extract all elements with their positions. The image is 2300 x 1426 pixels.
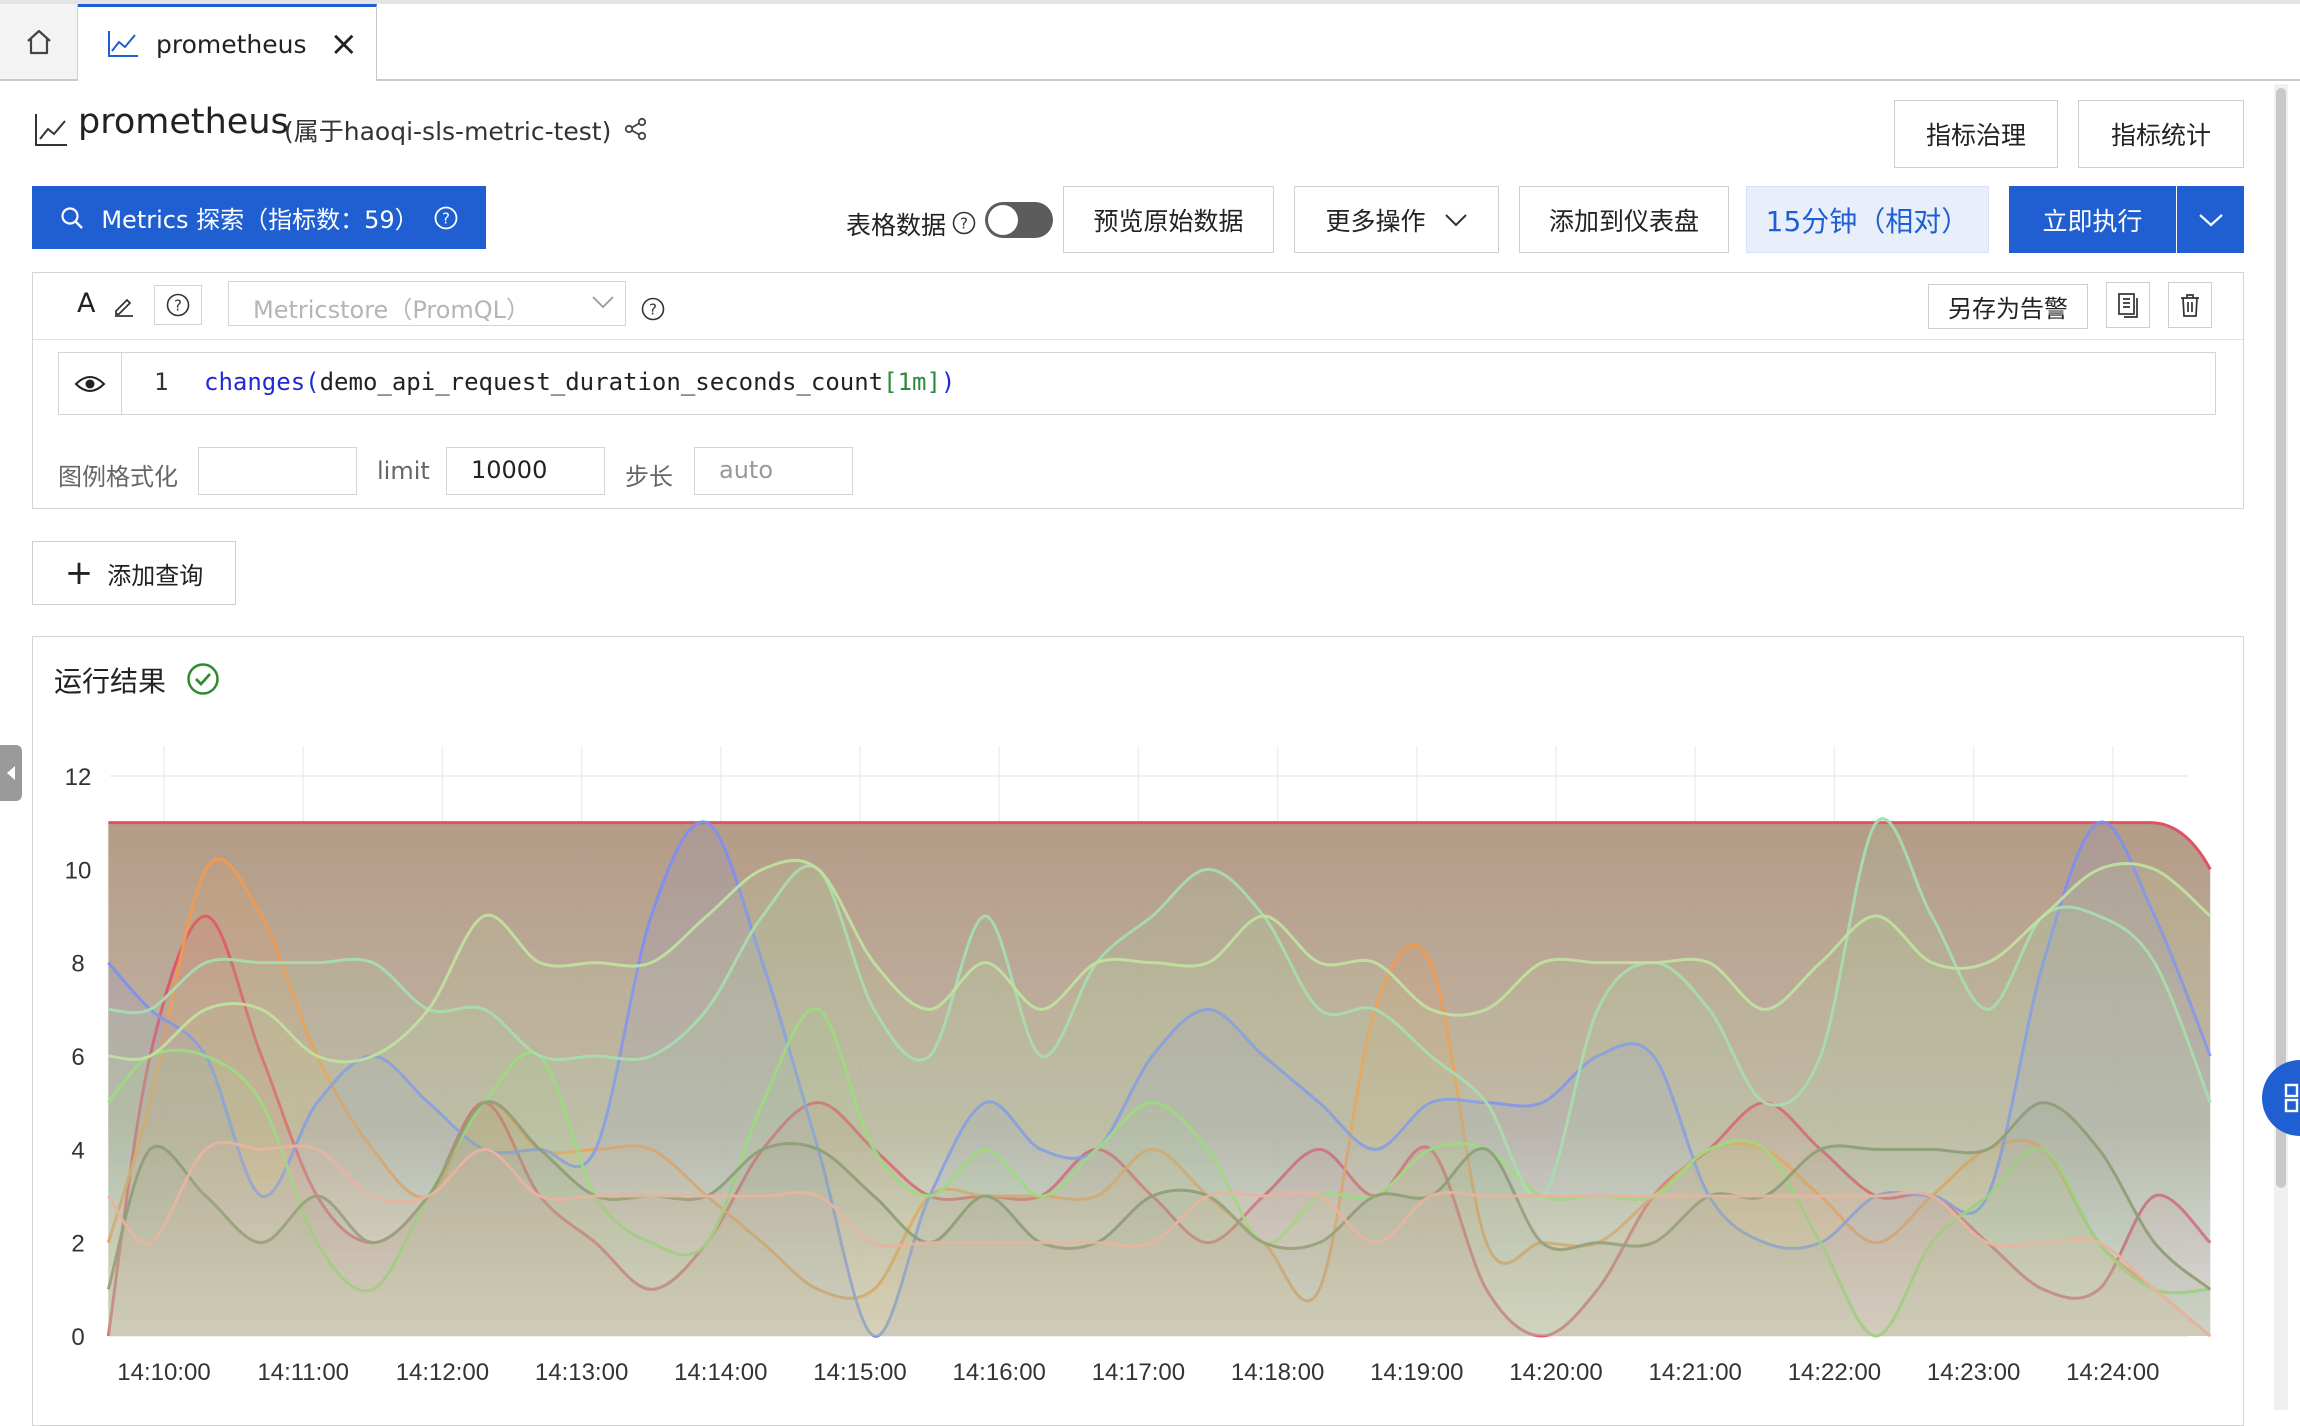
- edit-icon[interactable]: [112, 294, 136, 318]
- code-function: changes(: [204, 368, 320, 396]
- x-tick-label: 14:19:00: [1370, 1359, 1463, 1386]
- add-query-button[interactable]: + 添加查询: [32, 541, 236, 605]
- toggle-knob: [988, 205, 1018, 235]
- y-tick-label: 10: [65, 857, 92, 884]
- run-now-button[interactable]: 立即执行: [2009, 186, 2176, 253]
- chart-x-axis: 14:10:00 14:11:00 14:12:00 14:13:00 14:14:00…: [117, 1359, 2159, 1386]
- close-tab-button[interactable]: ×: [330, 27, 359, 61]
- x-tick-label: 14:24:00: [2066, 1359, 2159, 1386]
- caret-left-icon: [7, 766, 15, 780]
- x-tick-label: 14:13:00: [535, 1359, 628, 1386]
- x-tick-label: 14:20:00: [1509, 1359, 1602, 1386]
- y-tick-label: 6: [71, 1044, 84, 1071]
- save-as-alert-button[interactable]: 另存为告警: [1928, 284, 2088, 329]
- limit-input[interactable]: 10000: [446, 447, 605, 495]
- add-query-label: 添加查询: [107, 561, 204, 590]
- x-tick-label: 14:15:00: [813, 1359, 906, 1386]
- step-label: 步长: [625, 463, 673, 491]
- tab-label: prometheus: [156, 29, 307, 59]
- x-tick-label: 14:11:00: [257, 1359, 349, 1386]
- y-tick-label: 12: [65, 764, 92, 791]
- line-number: 1: [154, 368, 169, 396]
- y-tick-label: 2: [71, 1231, 84, 1258]
- more-actions-button[interactable]: 更多操作: [1294, 186, 1499, 253]
- query-mode-label: A: [77, 288, 96, 319]
- x-tick-label: 14:21:00: [1648, 1359, 1741, 1386]
- sidebar-collapse-button[interactable]: [0, 745, 22, 801]
- result-title: 运行结果: [54, 665, 167, 698]
- help-icon: ?: [166, 293, 190, 317]
- help-icon[interactable]: ?: [640, 296, 666, 322]
- tab-home[interactable]: [0, 4, 78, 79]
- x-tick-label: 14:22:00: [1788, 1359, 1881, 1386]
- limit-label: limit: [377, 457, 430, 485]
- code-range: [1m]: [883, 368, 941, 396]
- chevron-down-icon: [592, 296, 614, 309]
- run-dropdown-button[interactable]: [2177, 186, 2244, 253]
- copy-icon: [2118, 293, 2138, 318]
- y-tick-label: 4: [71, 1137, 84, 1164]
- x-tick-label: 14:10:00: [117, 1359, 210, 1386]
- svg-text:?: ?: [174, 297, 182, 315]
- chevron-down-icon: [2198, 213, 2223, 226]
- code-metric: demo_api_request_duration_seconds_count: [319, 368, 884, 396]
- help-icon[interactable]: ?: [951, 210, 977, 236]
- metrics-explore-button[interactable]: Metrics 探索（指标数：59） ?: [32, 186, 486, 249]
- legend-format-label: 图例格式化: [58, 463, 178, 491]
- search-icon: [61, 206, 84, 229]
- x-tick-label: 14:12:00: [396, 1359, 489, 1386]
- metrics-explore-label: Metrics 探索（指标数：59）: [101, 206, 419, 234]
- legend-format-input[interactable]: [198, 447, 357, 495]
- x-tick-label: 14:18:00: [1231, 1359, 1324, 1386]
- copy-query-button[interactable]: [2106, 282, 2150, 328]
- x-tick-label: 14:16:00: [952, 1359, 1045, 1386]
- y-tick-label: 0: [71, 1324, 84, 1351]
- svg-text:?: ?: [960, 215, 968, 233]
- toggle-visibility-button[interactable]: [59, 353, 122, 414]
- code-close: ): [940, 368, 956, 396]
- x-tick-label: 14:23:00: [1927, 1359, 2020, 1386]
- scrollbar-thumb[interactable]: [2276, 88, 2286, 1188]
- grid-icon: [2284, 1083, 2299, 1113]
- more-actions-label: 更多操作: [1325, 206, 1426, 236]
- add-to-dashboard-button[interactable]: 添加到仪表盘: [1519, 186, 1729, 253]
- help-icon: ?: [434, 206, 458, 229]
- query-code[interactable]: changes(demo_api_request_duration_second…: [204, 368, 955, 396]
- svg-text:?: ?: [649, 301, 657, 319]
- divider: [33, 339, 2243, 340]
- chevron-down-icon: [1444, 213, 1467, 226]
- metric-stats-button[interactable]: 指标统计: [2078, 100, 2244, 168]
- step-input[interactable]: auto: [694, 447, 853, 495]
- tab-prometheus[interactable]: prometheus ×: [78, 4, 377, 81]
- home-icon: [26, 29, 51, 54]
- metricstore-select[interactable]: Metricstore（PromQL）: [228, 281, 626, 326]
- table-data-label: 表格数据: [846, 211, 947, 240]
- x-tick-label: 14:17:00: [1092, 1359, 1185, 1386]
- share-icon[interactable]: [623, 116, 649, 142]
- y-tick-label: 8: [71, 951, 84, 978]
- chart-y-axis: 0 2 4 6 8 10 12: [65, 764, 92, 1351]
- query-help-button[interactable]: ?: [154, 285, 202, 325]
- line-chart-icon: [35, 114, 67, 146]
- delete-query-button[interactable]: [2168, 282, 2212, 328]
- check-circle-icon: [187, 663, 219, 695]
- page-title: prometheus: [78, 102, 289, 142]
- metricstore-placeholder: Metricstore（PromQL）: [253, 296, 531, 324]
- svg-text:?: ?: [442, 209, 450, 227]
- eye-icon: [74, 375, 106, 392]
- trash-icon: [2181, 294, 2199, 317]
- preview-raw-data-button[interactable]: 预览原始数据: [1063, 186, 1274, 253]
- plus-icon: +: [64, 553, 94, 593]
- floating-action-button[interactable]: [2262, 1060, 2300, 1136]
- x-tick-label: 14:14:00: [674, 1359, 767, 1386]
- table-data-toggle[interactable]: [985, 202, 1053, 238]
- line-chart-icon: [108, 31, 138, 57]
- metric-governance-button[interactable]: 指标治理: [1894, 100, 2058, 168]
- page-subtitle: (属于haoqi-sls-metric-test): [284, 117, 612, 146]
- result-chart: 0 2 4 6 8 10 12 14:10:00 14:11:00 14:12:00 14:13:…: [65, 746, 2212, 1386]
- time-range-button[interactable]: 15分钟（相对）: [1746, 186, 1989, 253]
